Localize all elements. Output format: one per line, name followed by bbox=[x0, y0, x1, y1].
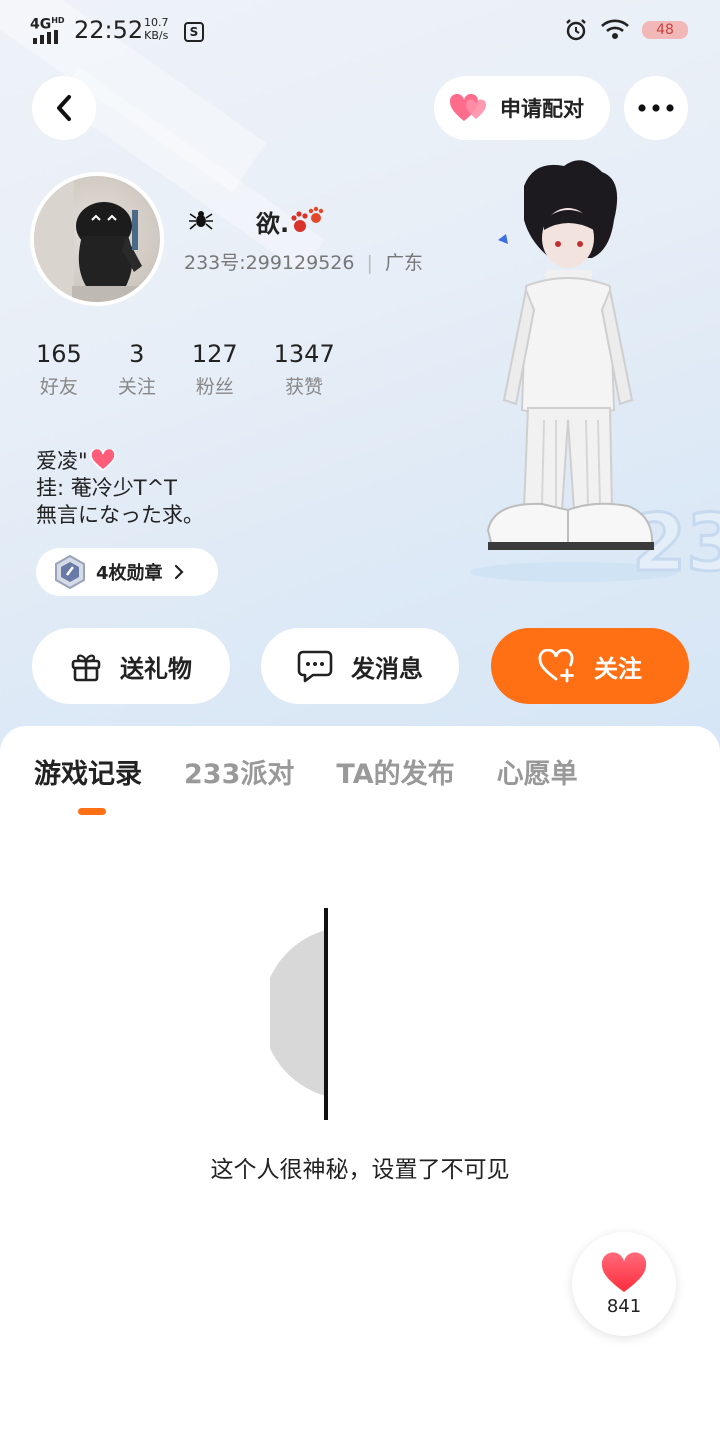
heart-plus-icon bbox=[538, 649, 574, 683]
network-speed: 10.7 KB/s bbox=[144, 16, 169, 42]
heart-icon bbox=[89, 447, 116, 471]
like-count: 841 bbox=[606, 1295, 642, 1317]
apply-pair-label: 申请配对 bbox=[500, 97, 584, 121]
chevron-left-icon bbox=[57, 95, 71, 121]
bio-line: 爱凌" bbox=[36, 447, 204, 475]
active-tab-indicator bbox=[78, 808, 106, 815]
battery-icon: 48 bbox=[642, 21, 688, 39]
user-id-number: 233号:299129526 bbox=[184, 252, 355, 274]
paw-icon bbox=[291, 206, 324, 232]
stat-fans[interactable]: 127 粉丝 bbox=[192, 340, 238, 399]
medal-count-label: 4枚勋章 bbox=[96, 563, 163, 584]
stat-number: 165 bbox=[36, 340, 82, 368]
alarm-icon bbox=[566, 19, 586, 41]
stat-following[interactable]: 3 关注 bbox=[118, 340, 156, 399]
signal-icon bbox=[33, 30, 58, 44]
send-gift-button[interactable]: 送礼物 bbox=[32, 628, 230, 704]
stat-number: 3 bbox=[129, 340, 145, 368]
hidden-content-illustration bbox=[270, 908, 328, 1120]
tab-233-party[interactable]: 233派对 bbox=[184, 752, 294, 791]
send-message-button[interactable]: 发消息 bbox=[261, 628, 459, 704]
bio-line: 挂: 菴冷少T^T bbox=[36, 476, 178, 500]
profile-stats: 165 好友 3 关注 127 粉丝 1347 获赞 bbox=[36, 340, 371, 399]
back-button[interactable] bbox=[32, 76, 96, 140]
medals-button[interactable]: 4枚勋章 bbox=[36, 548, 218, 596]
tab-wishlist[interactable]: 心愿单 bbox=[497, 752, 578, 791]
profile-header-background: 4GHD 22:52 10.7 KB/s S 48 申请配对 欲. 233号:2… bbox=[0, 0, 720, 760]
avatar-figure bbox=[34, 176, 144, 302]
apply-pair-button[interactable]: 申请配对 bbox=[434, 76, 610, 140]
follow-label: 关注 bbox=[594, 654, 642, 683]
gift-icon bbox=[71, 654, 101, 682]
profile-tabs: 游戏记录 233派对 TA的发布 心愿单 bbox=[34, 752, 578, 791]
status-bar: 4GHD 22:52 10.7 KB/s S 48 bbox=[0, 0, 720, 62]
avatar-character: 233 bbox=[470, 160, 720, 590]
send-gift-label: 送礼物 bbox=[120, 654, 192, 683]
follow-button[interactable]: 关注 bbox=[491, 628, 689, 704]
spider-icon bbox=[189, 211, 213, 230]
stat-friends[interactable]: 165 好友 bbox=[36, 340, 82, 399]
stat-label: 关注 bbox=[117, 376, 156, 398]
like-button[interactable]: 841 bbox=[572, 1232, 676, 1336]
more-button[interactable] bbox=[624, 76, 688, 140]
empty-state-message: 这个人很神秘，设置了不可见 bbox=[210, 1157, 510, 1183]
user-id: 233号:299129526 | 广东 bbox=[184, 252, 423, 274]
wifi-icon bbox=[601, 19, 629, 39]
chevron-right-icon bbox=[174, 564, 184, 580]
bio-line: 無言になった求。 bbox=[36, 503, 204, 527]
medal-icon bbox=[55, 555, 85, 589]
tab-game-records[interactable]: 游戏记录 bbox=[34, 752, 142, 791]
chat-bubble-icon bbox=[297, 650, 333, 683]
stat-likes: 1347 获赞 bbox=[274, 340, 335, 399]
username: 欲. bbox=[256, 210, 290, 238]
tab-posts[interactable]: TA的发布 bbox=[336, 752, 454, 791]
stat-number: 127 bbox=[191, 340, 238, 368]
more-dots-icon bbox=[638, 104, 674, 112]
avatar[interactable] bbox=[30, 172, 164, 306]
bio: 爱凌" 挂: 菴冷少T^T 無言になった求。 bbox=[36, 447, 204, 529]
s-app-icon: S bbox=[184, 22, 204, 42]
stat-number: 1347 bbox=[273, 340, 335, 368]
clock: 22:52 bbox=[74, 16, 144, 44]
user-location: 广东 bbox=[384, 252, 423, 274]
stat-label: 好友 bbox=[39, 376, 78, 398]
send-message-label: 发消息 bbox=[351, 654, 423, 683]
stat-label: 粉丝 bbox=[195, 376, 234, 398]
stat-label: 获赞 bbox=[285, 376, 324, 398]
double-heart-icon bbox=[450, 93, 487, 121]
content-panel: 游戏记录 233派对 TA的发布 心愿单 这个人很神秘，设置了不可见 841 bbox=[0, 726, 720, 1436]
heart-icon bbox=[601, 1251, 647, 1292]
